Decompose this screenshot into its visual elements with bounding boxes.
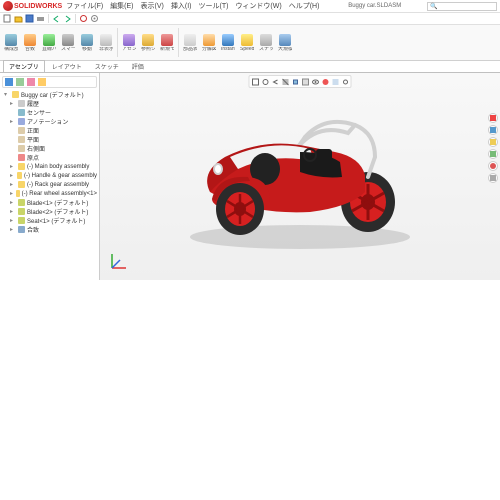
help-search-input[interactable]: 🔍: [427, 2, 497, 11]
snapshot-button[interactable]: スナップ: [257, 26, 275, 59]
instant3d-button[interactable]: Instant3D: [219, 26, 237, 59]
tree-main-body[interactable]: ▸(-) Main body assembly: [2, 162, 97, 171]
page-lower-whitespace: [0, 280, 500, 500]
menu-view[interactable]: 表示(V): [138, 1, 167, 11]
open-icon[interactable]: [14, 14, 23, 23]
task-pane-tabs: [488, 113, 498, 183]
bom-button[interactable]: 部品表: [181, 26, 199, 59]
ds-logo-icon: [3, 1, 13, 11]
smart-fasteners-button[interactable]: スマート: [59, 26, 77, 59]
undo-icon[interactable]: [52, 14, 61, 23]
assembly-features-button[interactable]: アセンブリ: [120, 26, 138, 59]
zoom-to-area-icon[interactable]: [261, 77, 270, 86]
menubar: SOLIDWORKS ファイル(F) 編集(E) 表示(V) 挿入(I) ツール…: [0, 0, 500, 13]
show-hidden-button[interactable]: 非表示: [97, 26, 115, 59]
previous-view-icon[interactable]: [271, 77, 280, 86]
redo-icon[interactable]: [63, 14, 72, 23]
tree-blade1[interactable]: ▸Blade<1> (デフォルト): [2, 198, 97, 207]
file-explorer-icon[interactable]: [488, 137, 498, 147]
tree-root[interactable]: ▾Buggy car (デフォルト): [2, 90, 97, 99]
tree-front-plane[interactable]: 正面: [2, 126, 97, 135]
ribbon-tabs: アセンブリ レイアウト スケッチ 評価: [0, 61, 500, 73]
appearances-icon[interactable]: [488, 161, 498, 171]
feature-manager-tree[interactable]: ▾Buggy car (デフォルト) ▸履歴 センサー ▸アノテーション 正面 …: [0, 73, 100, 280]
tree-mates[interactable]: ▸合致: [2, 225, 97, 234]
tree-top-plane[interactable]: 平面: [2, 135, 97, 144]
menu-file[interactable]: ファイル(F): [63, 1, 106, 11]
tree-seat[interactable]: ▸Seat<1> (デフォルト): [2, 216, 97, 225]
insert-component-button[interactable]: 構成部品: [2, 26, 20, 59]
tree-handle-gear[interactable]: ▸(-) Handle & gear assembly: [2, 171, 97, 180]
tree-header-icons: [2, 76, 97, 88]
menu-window[interactable]: ウィンドウ(W): [232, 1, 284, 11]
print-icon[interactable]: [36, 14, 45, 23]
configmanager-icon[interactable]: [27, 78, 35, 86]
menu-insert[interactable]: 挿入(I): [168, 1, 195, 11]
propertymanager-icon[interactable]: [16, 78, 24, 86]
app-logo-text: SOLIDWORKS: [14, 3, 62, 10]
display-style-icon[interactable]: [301, 77, 310, 86]
content-area: ▾Buggy car (デフォルト) ▸履歴 センサー ▸アノテーション 正面 …: [0, 73, 500, 280]
tree-annotations[interactable]: ▸アノテーション: [2, 117, 97, 126]
heads-up-view-toolbar: [249, 75, 352, 88]
options-icon[interactable]: [90, 14, 99, 23]
menu-edit[interactable]: 編集(E): [107, 1, 136, 11]
section-view-icon[interactable]: [281, 77, 290, 86]
tree-blade2[interactable]: ▸Blade<2> (デフォルト): [2, 207, 97, 216]
mate-button[interactable]: 合致: [21, 26, 39, 59]
tree-history[interactable]: ▸履歴: [2, 99, 97, 108]
buggy-car-model[interactable]: [170, 97, 430, 257]
featuremanager-icon[interactable]: [5, 78, 13, 86]
tree-rear-wheel[interactable]: ▸(-) Rear wheel assembly<1>: [2, 189, 97, 198]
reference-geometry-button[interactable]: 参照ジオ: [139, 26, 157, 59]
command-ribbon: 構成部品 合致 直線パターン スマート 移動 非表示 アセンブリ 参照ジオ 新規…: [0, 25, 500, 61]
custom-properties-icon[interactable]: [488, 173, 498, 183]
tree-rack-gear[interactable]: ▸(-) Rack gear assembly: [2, 180, 97, 189]
design-library-icon[interactable]: [488, 125, 498, 135]
edit-appearance-icon[interactable]: [321, 77, 330, 86]
dimxpert-icon[interactable]: [38, 78, 46, 86]
hide-show-icon[interactable]: [311, 77, 320, 86]
save-icon[interactable]: [25, 14, 34, 23]
linear-pattern-button[interactable]: 直線パターン: [40, 26, 58, 59]
tab-sketch[interactable]: スケッチ: [89, 60, 125, 72]
tree-right-plane[interactable]: 右側面: [2, 144, 97, 153]
view-orientation-icon[interactable]: [291, 77, 300, 86]
tab-layout[interactable]: レイアウト: [46, 60, 88, 72]
menu-tools[interactable]: ツール(T): [195, 1, 231, 11]
speedpak-button[interactable]: SpeedPak: [238, 26, 256, 59]
new-motion-study-button[interactable]: 新規モー: [158, 26, 176, 59]
tree-sensors[interactable]: センサー: [2, 108, 97, 117]
tab-assembly[interactable]: アセンブリ: [3, 60, 45, 72]
tab-evaluate[interactable]: 評価: [126, 60, 150, 72]
move-component-button[interactable]: 移動: [78, 26, 96, 59]
document-title: Buggy car.SLDASM: [348, 3, 401, 9]
menu-help[interactable]: ヘルプ(H): [286, 1, 323, 11]
app-logo: SOLIDWORKS: [3, 1, 62, 11]
solidworks-window: SOLIDWORKS ファイル(F) 編集(E) 表示(V) 挿入(I) ツール…: [0, 0, 500, 280]
zoom-to-fit-icon[interactable]: [251, 77, 260, 86]
new-icon[interactable]: [3, 14, 12, 23]
large-assembly-button[interactable]: 大規模: [276, 26, 294, 59]
orientation-triad-icon[interactable]: [108, 250, 130, 272]
quick-access-toolbar: [0, 13, 500, 25]
apply-scene-icon[interactable]: [331, 77, 340, 86]
solidworks-resources-icon[interactable]: [488, 113, 498, 123]
exploded-view-button[interactable]: 分解図: [200, 26, 218, 59]
tree-origin[interactable]: 原点: [2, 153, 97, 162]
rebuild-icon[interactable]: [79, 14, 88, 23]
graphics-viewport[interactable]: [100, 73, 500, 280]
view-palette-icon[interactable]: [488, 149, 498, 159]
view-settings-icon[interactable]: [341, 77, 350, 86]
